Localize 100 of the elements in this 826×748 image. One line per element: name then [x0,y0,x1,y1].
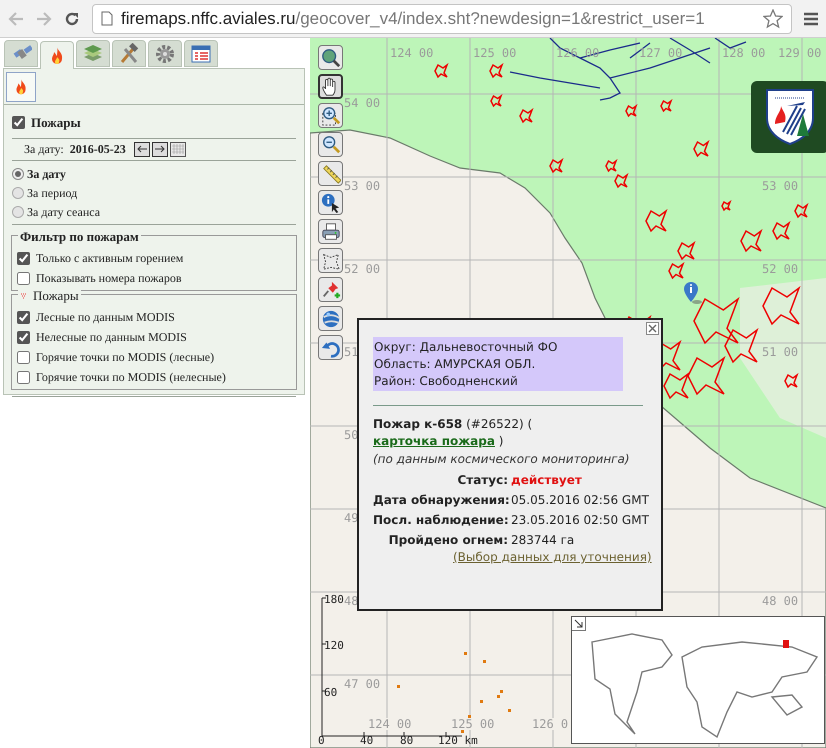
emblem-icon [765,88,815,146]
option-label: Лесные по данным MODIS [36,309,175,326]
close-button[interactable] [646,322,659,335]
collapse-button[interactable] [572,617,586,631]
map-tool-button[interactable] [318,190,343,215]
zoom-in-icon [320,106,340,126]
page-icon [101,11,113,26]
layer-label: Пожары [31,114,81,132]
checkbox[interactable] [17,272,30,284]
coordinate-label: 48 00 [762,595,798,607]
group-title: Фильтр по пожарам [20,228,139,246]
checkbox[interactable] [17,310,30,324]
mode-label: За дату [27,166,66,182]
coordinate-label: 47 00 [344,678,380,690]
left-arrow-icon [134,144,149,154]
checkbox[interactable] [17,252,30,264]
region-text: Область: АМУРСКАЯ ОБЛ. [373,356,536,372]
date-value: 2016-05-23 [70,141,126,158]
field-label: Дата обнаружения: [373,492,508,509]
panel-tab[interactable] [184,40,218,67]
panel-tab[interactable] [148,40,182,67]
address-bar[interactable]: firemaps.nffc.aviales.ru/geocover_v4/index.sht?newdesign=1&restrict_user=1 [92,4,792,34]
region-text: Округ: Дальневосточный ФО [373,339,558,355]
radio-button[interactable] [12,168,24,180]
gear-icon [154,42,176,64]
checkbox[interactable] [17,370,30,384]
subtab-button[interactable] [6,72,36,102]
coordinate-label: 124 00 [390,47,434,59]
zoom-out-icon [320,134,340,154]
checkbox[interactable] [12,116,25,129]
field-value: 283744 га [511,532,576,549]
star-icon[interactable] [763,8,783,28]
map-tool-button[interactable] [318,219,343,244]
printer-icon [320,222,340,242]
coordinate-label: 128 00 [722,47,766,59]
radio-button[interactable] [12,186,24,198]
reload-icon[interactable] [64,10,80,26]
right-arrow-icon [152,144,167,154]
field-value: 05.05.2016 02:56 GMT [511,492,650,509]
zoom-globe-icon [320,48,340,68]
mode-label: За период [27,184,78,202]
coordinate-label: 126 0 [532,718,568,730]
fire-title: Пожар к-658 (#26522) ( [373,417,532,431]
region-text: Район: Свободненский [373,373,519,389]
arrow-icon [574,619,583,628]
scale-label: 0 [318,735,325,746]
map-pin-icon[interactable] [684,282,704,304]
radio-button[interactable] [12,206,24,218]
map-tool-button[interactable] [318,103,343,128]
coordinate-label: 127 00 [639,47,682,59]
close-icon [648,324,657,333]
map-tool-button[interactable] [318,74,343,99]
panel-tab[interactable] [4,40,38,67]
viewport-marker [783,640,789,648]
pushpin-add-icon [320,280,340,300]
bracket-text: ) [498,434,504,448]
coordinate-label: 51 [344,346,358,358]
option-label: Нелесные по данным MODIS [36,329,187,346]
ruler-icon [320,164,340,184]
map-tool-button[interactable] [318,248,343,273]
field-value: 23.05.2016 02:50 GMT [511,512,650,529]
field-label: Статус: [456,472,508,489]
field-label: Посл. наблюдение: [373,512,508,529]
next-date-button[interactable] [152,142,168,156]
fire-dots-icon [20,292,27,299]
globe-icon [320,308,340,328]
checkbox[interactable] [17,350,30,364]
option-label: Горячие точки по MODIS (нелесные) [36,369,226,386]
menu-icon[interactable] [804,12,818,26]
field-label: Пройдено огнем: [388,532,508,549]
panel-tab[interactable] [40,41,74,69]
url-text: firemaps.nffc.aviales.ru/geocover_v4/index.sht?newdesign=1&restrict_user=1 [121,8,706,30]
fire-card-link[interactable]: карточка пожара [373,434,495,448]
scale-label: 180 [324,594,344,605]
coordinate-label: 52 00 [344,263,380,275]
info-pointer-icon [320,192,340,212]
coordinate-label: 129 00 [778,47,822,59]
calendar-button[interactable] [170,142,186,156]
option-label: Только с активным горением [36,250,184,267]
refine-data-link[interactable]: (Выбор данных для уточнения) [453,550,652,564]
coordinate-label: 125 00 [473,47,516,59]
table-icon [190,42,212,64]
coordinate-label: 124 00 [368,718,412,730]
date-label: За дату: [24,141,64,158]
coordinate-label: 51 00 [762,346,798,358]
map-tool-button[interactable] [318,45,343,70]
option-label: Горячие точки по MODIS (лесные) [36,349,214,366]
coordinate-label: 53 00 [344,180,380,192]
map-tool-button[interactable] [318,132,343,157]
field-value: действует [511,472,583,489]
option-label: Показывать номера пожаров [36,270,182,287]
calendar-icon [170,144,185,154]
coordinate-label: 52 00 [762,263,798,275]
coordinate-label: 125 00 [451,718,494,730]
scale-label: 120 [324,640,344,651]
coordinate-label: 53 00 [762,180,798,192]
previous-date-button[interactable] [134,142,150,156]
panel-tab[interactable] [112,40,146,67]
checkbox[interactable] [17,330,30,344]
source-note: (по данным космического мониторинга) [373,451,630,468]
